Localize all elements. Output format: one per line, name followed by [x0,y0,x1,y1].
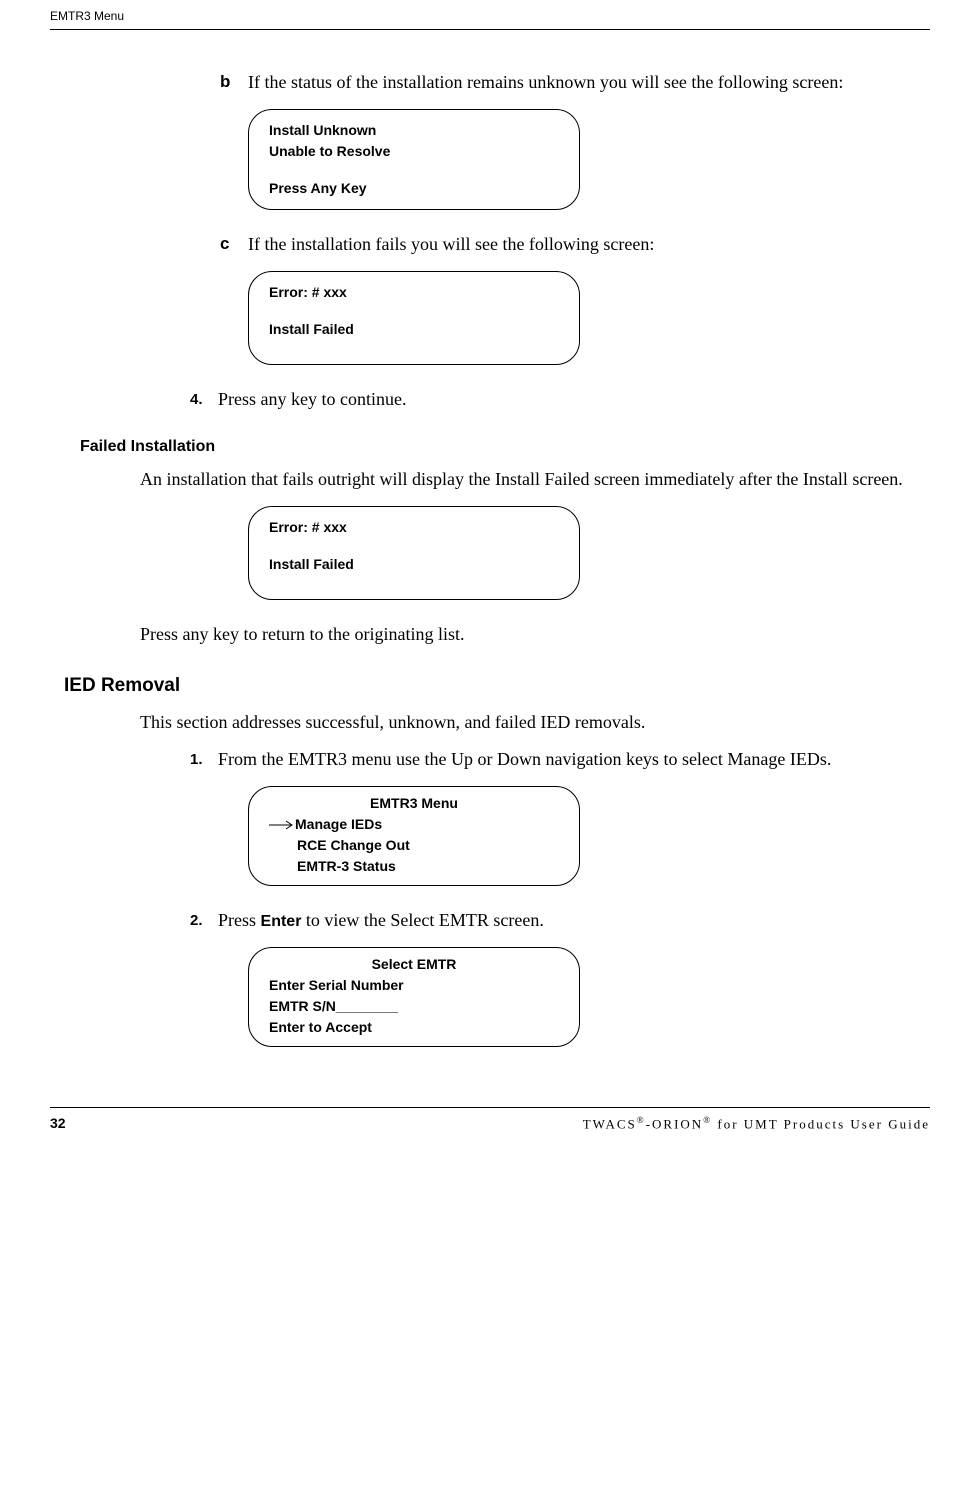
lcd-line: Unable to Resolve [269,141,559,162]
failed-installation-body: An installation that fails outright will… [140,467,930,492]
failed-after-text: Press any key to return to the originati… [140,622,930,647]
lcd-menu-item: Manage IEDs [295,814,382,835]
list-bullet: 2. [190,908,218,933]
lcd-line: Error: # xxx [269,517,559,538]
ied-removal-heading: IED Removal [64,673,930,700]
list-text: If the status of the installation remain… [248,70,930,95]
lcd-emtr3-menu: EMTR3 Menu Manage IEDs RCE Change Out EM… [248,786,580,886]
lcd-title: EMTR3 Menu [269,793,559,814]
list-bullet: 1. [190,747,218,772]
list-text: If the installation fails you will see t… [248,232,930,257]
lcd-line: Enter Serial Number [269,975,559,996]
list-text: Press any key to continue. [218,387,930,412]
page-footer: 32 TWACS®-ORION® for UMT Products User G… [50,1107,930,1134]
failed-installation-heading: Failed Installation [80,436,930,458]
list-text: From the EMTR3 menu use the Up or Down n… [218,747,930,772]
lcd-install-unknown: Install Unknown Unable to Resolve Press … [248,109,580,210]
lcd-menu-item: RCE Change Out [269,835,559,856]
step2-pre: Press [218,910,261,930]
list-item-step2: 2. Press Enter to view the Select EMTR s… [190,908,930,933]
step2-post: to view the Select EMTR screen. [301,910,543,930]
arrow-right-icon [269,820,295,830]
lcd-title: Select EMTR [269,954,559,975]
lcd-menu-item: EMTR-3 Status [269,856,559,877]
footer-text: TWACS®-ORION® for UMT Products User Guid… [583,1114,930,1134]
step2-bold: Enter [261,913,302,930]
page-header: EMTR3 Menu [50,0,930,30]
lcd-error-1: Error: # xxx Install Failed [248,271,580,365]
lcd-line: Install Unknown [269,120,559,141]
list-item-b: b If the status of the installation rema… [220,70,930,95]
list-bullet: c [220,232,248,257]
registered-icon: ® [637,1115,646,1125]
lcd-line: Enter to Accept [269,1017,559,1038]
header-title: EMTR3 Menu [50,9,124,23]
footer-post: for UMT Products User Guide [712,1117,930,1132]
list-text: Press Enter to view the Select EMTR scre… [218,908,930,933]
lcd-select-emtr: Select EMTR Enter Serial Number EMTR S/N… [248,947,580,1047]
lcd-line: EMTR S/N________ [269,996,559,1017]
list-item-c: c If the installation fails you will see… [220,232,930,257]
list-item-step4: 4. Press any key to continue. [190,387,930,412]
registered-icon: ® [703,1115,712,1125]
lcd-line: Install Failed [269,319,559,340]
list-bullet: 4. [190,387,218,412]
ied-removal-body: This section addresses successful, unkno… [140,710,930,735]
lcd-line: Press Any Key [269,178,559,199]
list-bullet: b [220,70,248,95]
lcd-line: Error: # xxx [269,282,559,303]
list-item-step1: 1. From the EMTR3 menu use the Up or Dow… [190,747,930,772]
page-number: 32 [50,1114,66,1134]
lcd-line: Install Failed [269,554,559,575]
footer-mid: -ORION [646,1117,704,1132]
lcd-error-2: Error: # xxx Install Failed [248,506,580,600]
lcd-menu-row: Manage IEDs [269,814,559,835]
footer-pre: TWACS [583,1117,637,1132]
